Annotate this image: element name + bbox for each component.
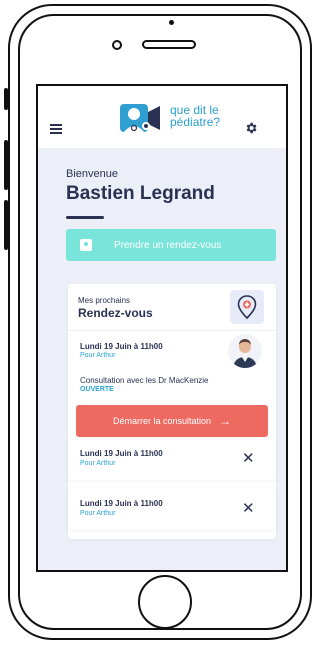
primary-appointment-patient: Pour Arthur [80, 352, 116, 359]
front-sensor [169, 20, 174, 25]
start-consultation-label: Démarrer la consultation [112, 416, 212, 426]
book-appointment-button[interactable]: Prendre un rendez-vous [66, 229, 276, 261]
earpiece-speaker [142, 40, 196, 49]
welcome-label: Bienvenue [66, 168, 118, 180]
calendar-icon [80, 239, 92, 251]
doctor-logo-icon [120, 100, 162, 134]
mute-switch [4, 88, 8, 110]
volume-up-button [4, 140, 8, 190]
home-button[interactable] [138, 575, 192, 629]
start-consultation-button[interactable]: Démarrer la consultation → [76, 405, 268, 437]
logo-text: que dit le pédiatre? [170, 104, 220, 128]
appointment-patient: Pour Arthur [80, 510, 116, 517]
app-screen: que dit le pédiatre? Bienvenue Bastien L… [36, 84, 288, 572]
upcoming-title-line1: Mes prochains [78, 296, 131, 305]
gear-icon[interactable] [244, 120, 258, 139]
hamburger-menu-icon[interactable] [50, 124, 62, 134]
appointment-patient: Pour Arthur [80, 460, 116, 467]
appointment-date: Lundi 19 Juin à 11h00 [80, 449, 163, 458]
appointment-row[interactable]: Lundi 19 Juin à 11h00 Pour Arthur ✕ [68, 488, 276, 530]
volume-down-button [4, 200, 8, 250]
primary-appointment-description: Consultation avec les Dr MacKenzie [80, 376, 209, 385]
name-underline [66, 216, 104, 219]
book-appointment-label: Prendre un rendez-vous [114, 239, 222, 251]
top-bar: que dit le pédiatre? [38, 86, 286, 148]
logo-line-2: pédiatre? [170, 115, 221, 129]
location-pin-icon [230, 290, 264, 324]
close-icon[interactable]: ✕ [242, 499, 255, 517]
front-camera [112, 40, 122, 50]
upcoming-title: Rendez-vous [78, 306, 153, 320]
primary-appointment-date: Lundi 19 Juin à 11h00 [80, 342, 163, 351]
arrow-right-icon: → [219, 414, 232, 428]
user-name: Bastien Legrand [66, 183, 215, 204]
doctor-avatar [228, 334, 262, 368]
appointment-row[interactable]: Lundi 19 Juin à 11h00 Pour Arthur ✕ [68, 438, 276, 480]
close-icon[interactable]: ✕ [242, 449, 255, 467]
status-badge: OUVERTE [80, 386, 114, 393]
card-divider [68, 330, 276, 331]
appointment-date: Lundi 19 Juin à 11h00 [80, 499, 163, 508]
